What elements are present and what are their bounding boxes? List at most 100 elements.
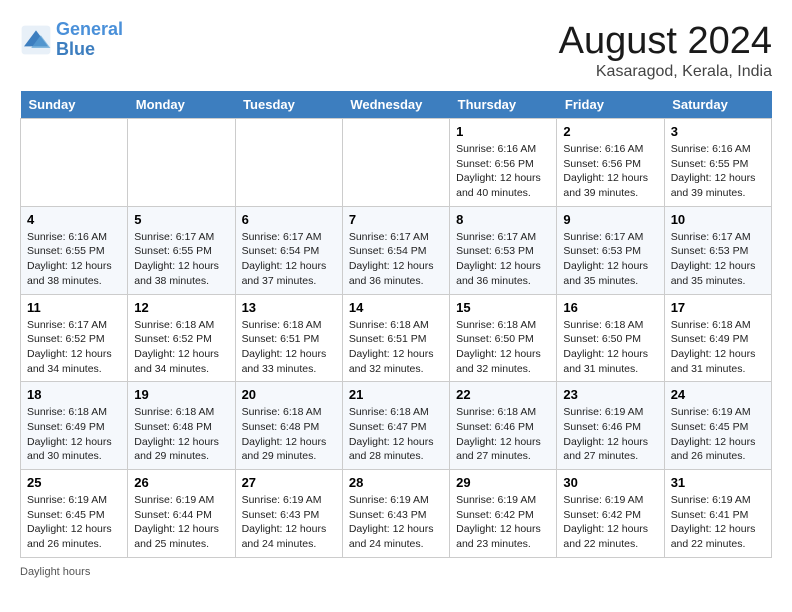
calendar-cell: 20Sunrise: 6:18 AM Sunset: 6:48 PM Dayli… — [235, 382, 342, 470]
day-number: 2 — [563, 124, 657, 139]
calendar-cell: 15Sunrise: 6:18 AM Sunset: 6:50 PM Dayli… — [450, 294, 557, 382]
calendar-cell: 23 Sunrise: 6:19 AM Sunset: 6:46 PM Dayli… — [557, 382, 664, 470]
calendar-cell: 17 Sunrise: 6:18 AM Sunset: 6:49 PM Dayli… — [664, 294, 771, 382]
day-info: Sunrise: 6:18 AM Sunset: 6:46 PM Dayligh… — [456, 405, 550, 464]
day-number: 23 — [563, 387, 657, 402]
calendar-cell: 19 Sunrise: 6:18 AM Sunset: 6:48 PM Dayli… — [128, 382, 235, 470]
day-number: 25 — [27, 475, 121, 490]
day-number: 9 — [563, 212, 657, 227]
day-info: Sunrise: 6:19 AM Sunset: 6:45 PM Dayligh… — [27, 493, 121, 552]
day-number: 20 — [242, 387, 336, 402]
day-info: Sunrise: 6:18 AM Sunset: 6:50 PM Dayligh… — [563, 318, 657, 377]
day-info: Sunrise: 6:19 AM Sunset: 6:43 PM Dayligh… — [349, 493, 443, 552]
calendar-cell: 18Sunrise: 6:18 AM Sunset: 6:49 PM Dayli… — [21, 382, 128, 470]
calendar-cell: 9 Sunrise: 6:17 AM Sunset: 6:53 PM Daylig… — [557, 206, 664, 294]
calendar-cell — [342, 119, 449, 207]
day-info: Sunrise: 6:19 AM Sunset: 6:41 PM Dayligh… — [671, 493, 765, 552]
day-info: Sunrise: 6:18 AM Sunset: 6:51 PM Dayligh… — [349, 318, 443, 377]
day-info: Sunrise: 6:19 AM Sunset: 6:44 PM Dayligh… — [134, 493, 228, 552]
day-info: Sunrise: 6:17 AM Sunset: 6:53 PM Dayligh… — [456, 230, 550, 289]
day-info: Sunrise: 6:18 AM Sunset: 6:49 PM Dayligh… — [671, 318, 765, 377]
day-number: 14 — [349, 300, 443, 315]
calendar-cell: 12 Sunrise: 6:18 AM Sunset: 6:52 PM Dayli… — [128, 294, 235, 382]
day-number: 1 — [456, 124, 550, 139]
calendar-cell: 6Sunrise: 6:17 AM Sunset: 6:54 PM Daylig… — [235, 206, 342, 294]
day-header-monday: Monday — [128, 91, 235, 119]
logo-icon — [20, 24, 52, 56]
location: Kasaragod, Kerala, India — [559, 63, 772, 81]
day-header-sunday: Sunday — [21, 91, 128, 119]
day-info: Sunrise: 6:18 AM Sunset: 6:49 PM Dayligh… — [27, 405, 121, 464]
logo: General Blue — [20, 20, 123, 60]
day-info: Sunrise: 6:19 AM Sunset: 6:42 PM Dayligh… — [456, 493, 550, 552]
day-number: 12 — [134, 300, 228, 315]
day-number: 7 — [349, 212, 443, 227]
calendar-cell: 5Sunrise: 6:17 AM Sunset: 6:55 PM Daylig… — [128, 206, 235, 294]
day-number: 17 — [671, 300, 765, 315]
calendar-cell: 1 Sunrise: 6:16 AM Sunset: 6:56 PM Daylig… — [450, 119, 557, 207]
day-number: 13 — [242, 300, 336, 315]
logo-text: General Blue — [56, 20, 123, 60]
day-info: Sunrise: 6:19 AM Sunset: 6:46 PM Dayligh… — [563, 405, 657, 464]
week-row-4: 18Sunrise: 6:18 AM Sunset: 6:49 PM Dayli… — [21, 382, 772, 470]
day-info: Sunrise: 6:18 AM Sunset: 6:52 PM Dayligh… — [134, 318, 228, 377]
week-row-1: 1 Sunrise: 6:16 AM Sunset: 6:56 PM Daylig… — [21, 119, 772, 207]
week-row-2: 4 Sunrise: 6:16 AM Sunset: 6:55 PM Daylig… — [21, 206, 772, 294]
day-number: 31 — [671, 475, 765, 490]
calendar-cell: 31 Sunrise: 6:19 AM Sunset: 6:41 PM Dayli… — [664, 470, 771, 558]
day-info: Sunrise: 6:17 AM Sunset: 6:52 PM Dayligh… — [27, 318, 121, 377]
calendar-cell: 11 Sunrise: 6:17 AM Sunset: 6:52 PM Dayli… — [21, 294, 128, 382]
calendar-cell: 21Sunrise: 6:18 AM Sunset: 6:47 PM Dayli… — [342, 382, 449, 470]
calendar-cell: 16 Sunrise: 6:18 AM Sunset: 6:50 PM Dayli… — [557, 294, 664, 382]
calendar-cell: 24 Sunrise: 6:19 AM Sunset: 6:45 PM Dayli… — [664, 382, 771, 470]
calendar-body: 1 Sunrise: 6:16 AM Sunset: 6:56 PM Daylig… — [21, 119, 772, 558]
day-info: Sunrise: 6:17 AM Sunset: 6:53 PM Dayligh… — [563, 230, 657, 289]
calendar-cell: 29 Sunrise: 6:19 AM Sunset: 6:42 PM Dayli… — [450, 470, 557, 558]
day-number: 4 — [27, 212, 121, 227]
daylight-label: Daylight hours — [20, 566, 90, 578]
day-number: 6 — [242, 212, 336, 227]
days-header-row: SundayMondayTuesdayWednesdayThursdayFrid… — [21, 91, 772, 119]
day-header-wednesday: Wednesday — [342, 91, 449, 119]
day-number: 29 — [456, 475, 550, 490]
calendar-cell: 4 Sunrise: 6:16 AM Sunset: 6:55 PM Daylig… — [21, 206, 128, 294]
calendar-cell: 14 Sunrise: 6:18 AM Sunset: 6:51 PM Dayli… — [342, 294, 449, 382]
week-row-5: 25 Sunrise: 6:19 AM Sunset: 6:45 PM Dayli… — [21, 470, 772, 558]
day-number: 19 — [134, 387, 228, 402]
day-info: Sunrise: 6:18 AM Sunset: 6:48 PM Dayligh… — [134, 405, 228, 464]
day-number: 16 — [563, 300, 657, 315]
day-header-saturday: Saturday — [664, 91, 771, 119]
calendar-table: SundayMondayTuesdayWednesdayThursdayFrid… — [20, 91, 772, 558]
calendar-cell: 3Sunrise: 6:16 AM Sunset: 6:55 PM Daylig… — [664, 119, 771, 207]
day-info: Sunrise: 6:17 AM Sunset: 6:55 PM Dayligh… — [134, 230, 228, 289]
day-number: 30 — [563, 475, 657, 490]
day-info: Sunrise: 6:16 AM Sunset: 6:56 PM Dayligh… — [456, 142, 550, 201]
calendar-cell: 28 Sunrise: 6:19 AM Sunset: 6:43 PM Dayli… — [342, 470, 449, 558]
day-info: Sunrise: 6:18 AM Sunset: 6:47 PM Dayligh… — [349, 405, 443, 464]
calendar-cell — [235, 119, 342, 207]
calendar-cell: 7 Sunrise: 6:17 AM Sunset: 6:54 PM Daylig… — [342, 206, 449, 294]
calendar-cell: 8 Sunrise: 6:17 AM Sunset: 6:53 PM Daylig… — [450, 206, 557, 294]
week-row-3: 11 Sunrise: 6:17 AM Sunset: 6:52 PM Dayli… — [21, 294, 772, 382]
day-number: 28 — [349, 475, 443, 490]
day-info: Sunrise: 6:16 AM Sunset: 6:55 PM Dayligh… — [27, 230, 121, 289]
day-number: 10 — [671, 212, 765, 227]
day-number: 8 — [456, 212, 550, 227]
day-number: 27 — [242, 475, 336, 490]
calendar-cell: 25 Sunrise: 6:19 AM Sunset: 6:45 PM Dayli… — [21, 470, 128, 558]
calendar-cell: 2 Sunrise: 6:16 AM Sunset: 6:56 PM Daylig… — [557, 119, 664, 207]
calendar-cell: 26Sunrise: 6:19 AM Sunset: 6:44 PM Dayli… — [128, 470, 235, 558]
day-number: 11 — [27, 300, 121, 315]
day-info: Sunrise: 6:18 AM Sunset: 6:51 PM Dayligh… — [242, 318, 336, 377]
month-title: August 2024 — [559, 20, 772, 63]
day-number: 3 — [671, 124, 765, 139]
day-info: Sunrise: 6:17 AM Sunset: 6:54 PM Dayligh… — [349, 230, 443, 289]
title-section: August 2024 Kasaragod, Kerala, India — [559, 20, 772, 81]
calendar-cell: 13 Sunrise: 6:18 AM Sunset: 6:51 PM Dayli… — [235, 294, 342, 382]
day-header-friday: Friday — [557, 91, 664, 119]
calendar-cell — [21, 119, 128, 207]
day-number: 24 — [671, 387, 765, 402]
day-header-tuesday: Tuesday — [235, 91, 342, 119]
day-info: Sunrise: 6:16 AM Sunset: 6:56 PM Dayligh… — [563, 142, 657, 201]
day-info: Sunrise: 6:19 AM Sunset: 6:45 PM Dayligh… — [671, 405, 765, 464]
